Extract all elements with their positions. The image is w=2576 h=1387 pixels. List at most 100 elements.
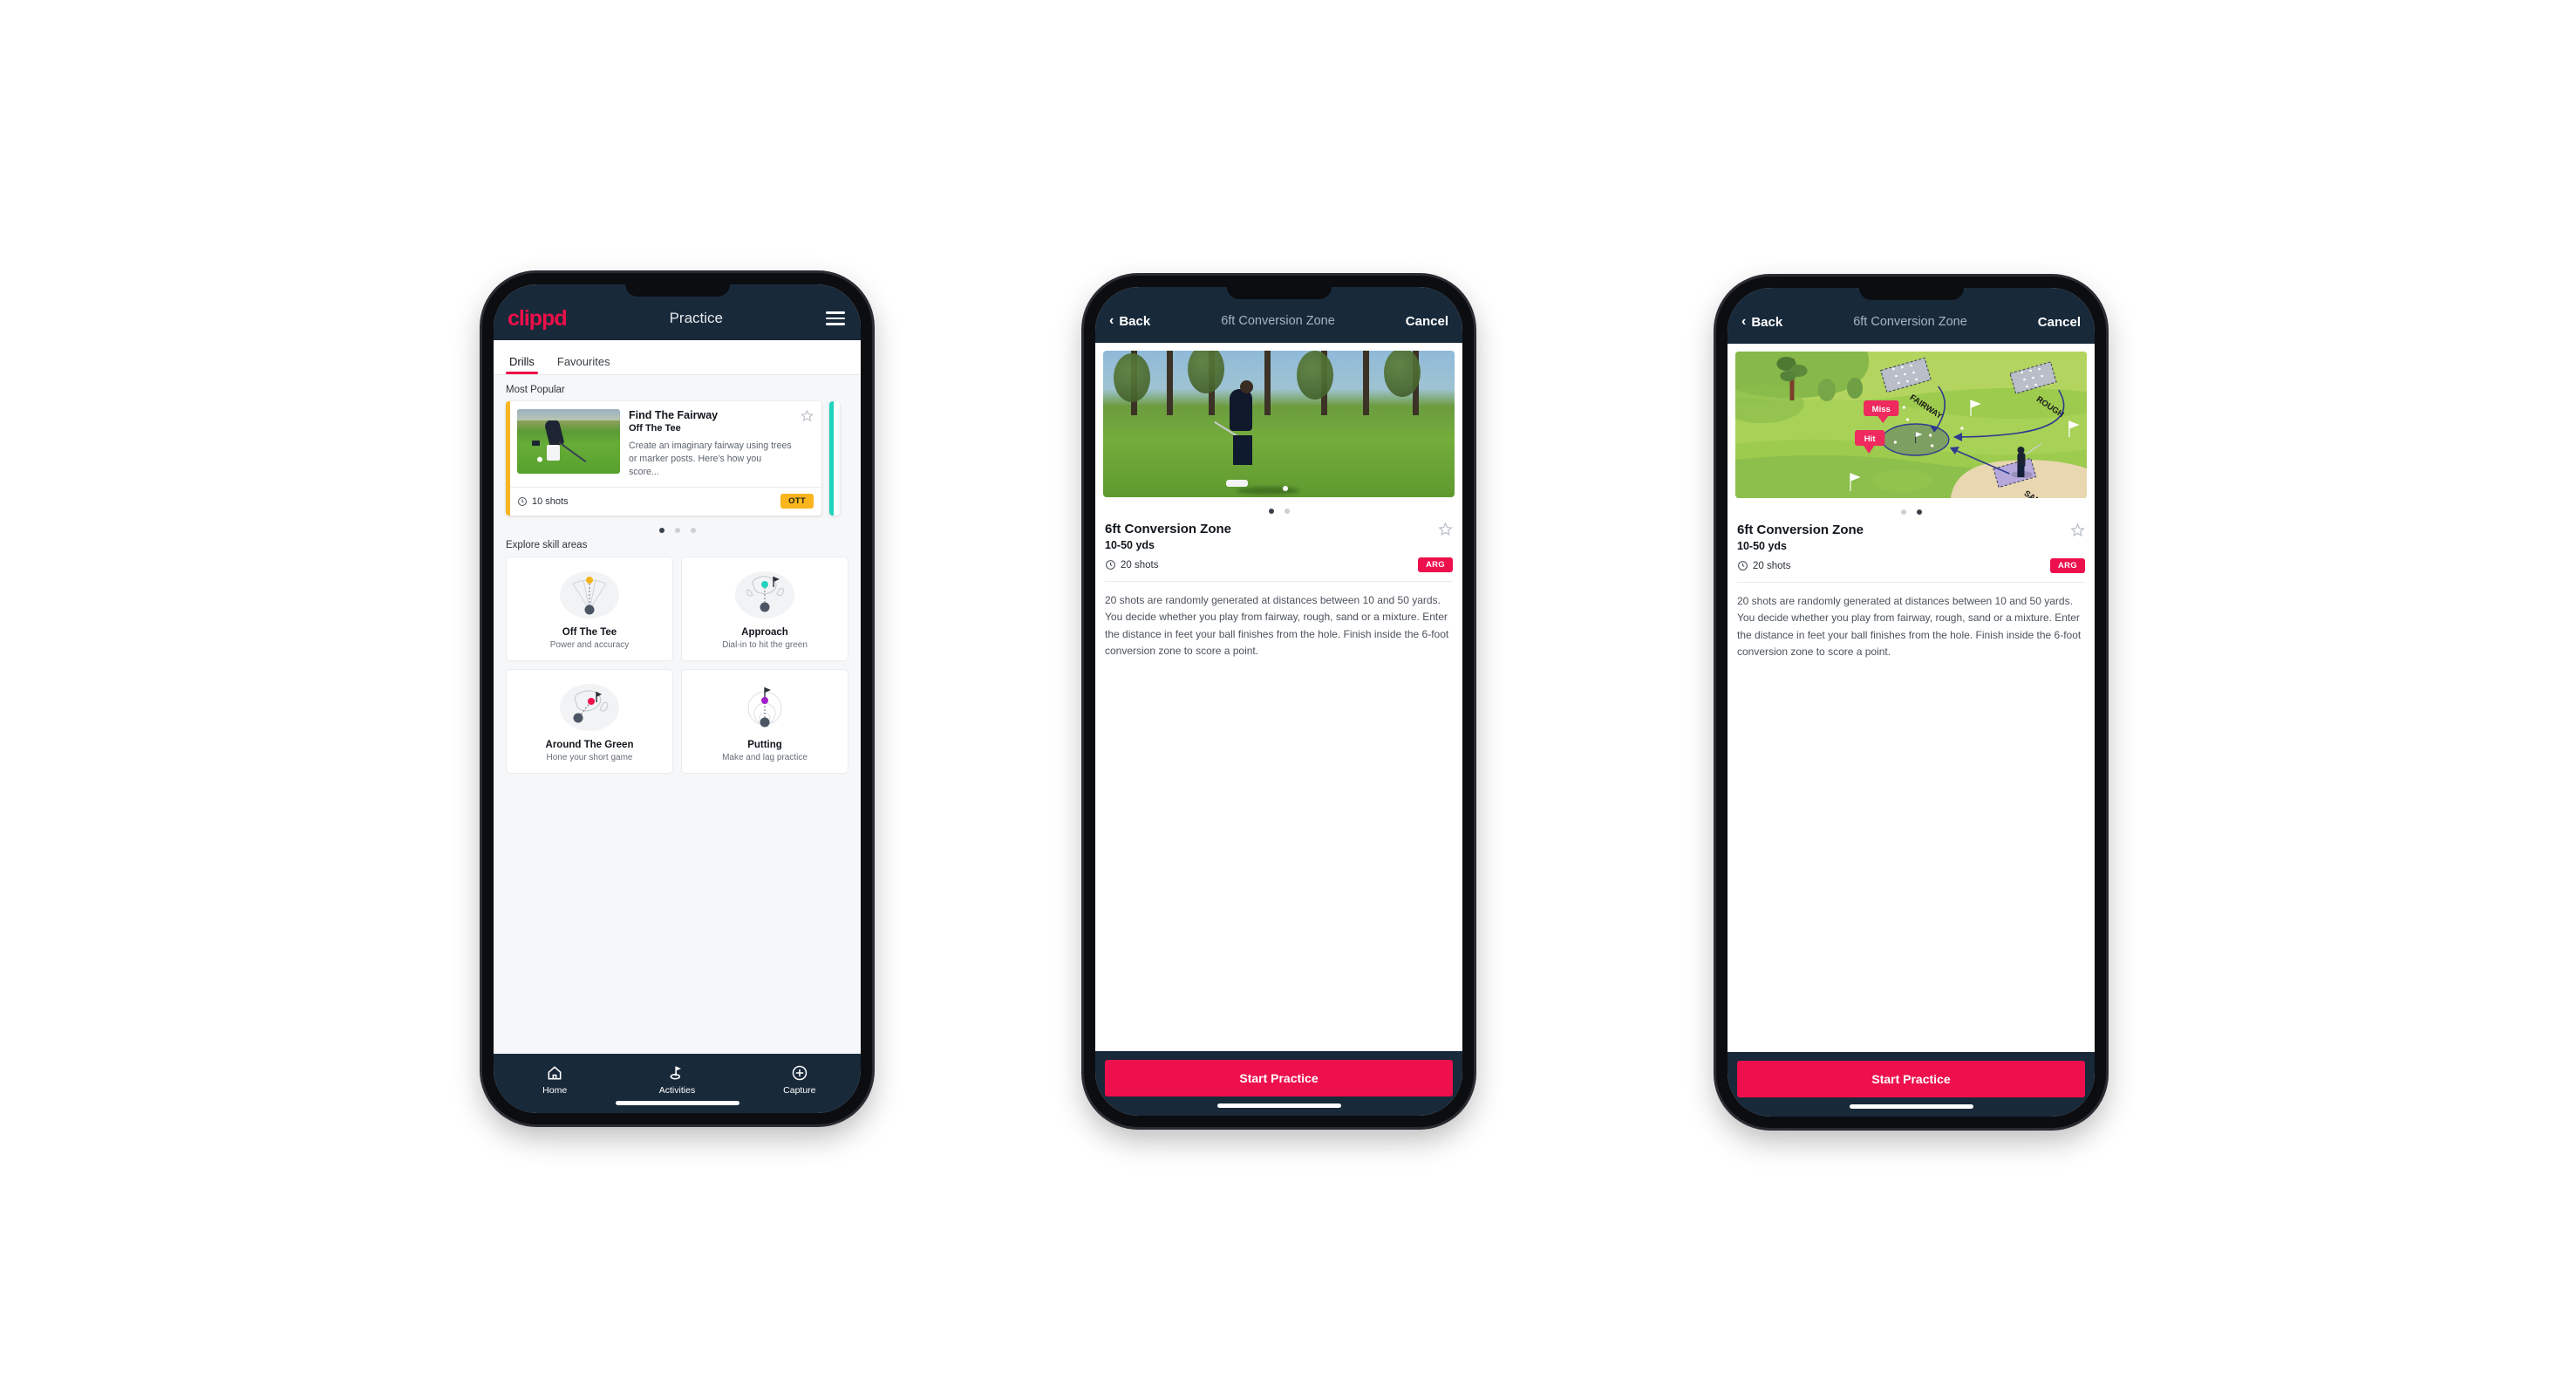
chevron-left-icon: ‹ — [1741, 314, 1747, 329]
carousel-dots[interactable] — [494, 516, 861, 536]
drill-shots-label: 20 shots — [1121, 559, 1159, 571]
drill-media-photo[interactable] — [1103, 351, 1455, 497]
drill-meta: 20 shots ARG — [1735, 552, 2087, 573]
star-outline-icon[interactable] — [1438, 522, 1453, 536]
drill-meta: 20 shots ARG — [1103, 551, 1455, 572]
back-label: Back — [1119, 313, 1151, 329]
drill-media-illustration[interactable]: FAIRWAY ROUGH Miss Hit — [1735, 352, 2087, 498]
phone-mockup-practice: clippd Practice Drills Favourites Most P… — [482, 273, 872, 1124]
detail-body: FAIRWAY ROUGH Miss Hit 6ft Conversion Zo… — [1728, 344, 2095, 1052]
drill-card[interactable]: Find The Fairway Off The Tee Create an i… — [506, 401, 821, 516]
drill-heading: 6ft Conversion Zone 10-50 yds — [1103, 522, 1455, 551]
nav-item-home[interactable]: Home — [494, 1063, 616, 1096]
drill-shots: 10 shots — [517, 496, 569, 507]
screenshot-canvas: clippd Practice Drills Favourites Most P… — [0, 0, 2576, 1387]
phone-notch — [624, 277, 730, 297]
drill-badge: OTT — [780, 494, 814, 509]
carousel-dot[interactable] — [690, 528, 696, 534]
chevron-left-icon: ‹ — [1109, 313, 1114, 328]
home-indicator — [1849, 1104, 1973, 1109]
skill-desc: Make and lag practice — [722, 753, 808, 763]
media-dot[interactable] — [1268, 509, 1274, 514]
plus-circle-icon — [739, 1063, 861, 1083]
home-icon — [494, 1063, 616, 1083]
practice-content: Most Popular Find The Fairway Off The Te… — [494, 375, 861, 1054]
phone-mockup-drill-detail-diagram: ‹ Back 6ft Conversion Zone Cancel FAIRWA… — [1716, 277, 2106, 1128]
phone-notch — [1226, 280, 1332, 299]
drill-title: Find The Fairway — [629, 409, 719, 421]
nav-label: Home — [542, 1085, 568, 1096]
drill-subtitle: Off The Tee — [629, 423, 681, 434]
skill-card-around-the-green[interactable]: Around The Green Hone your short game — [506, 669, 673, 775]
home-indicator — [615, 1101, 739, 1105]
home-indicator — [1216, 1103, 1341, 1108]
most-popular-heading: Most Popular — [506, 385, 565, 395]
drill-shots-label: 20 shots — [1753, 560, 1791, 571]
start-practice-button[interactable]: Start Practice — [1105, 1060, 1453, 1097]
skill-card-putting[interactable]: Putting Make and lag practice — [681, 669, 848, 775]
phone3-screen: ‹ Back 6ft Conversion Zone Cancel FAIRWA… — [1728, 288, 2095, 1117]
cancel-button[interactable]: Cancel — [2038, 315, 2081, 330]
nav-item-capture[interactable]: Capture — [739, 1063, 861, 1096]
drill-shots: 20 shots — [1105, 559, 1158, 571]
skill-desc: Dial-in to hit the green — [722, 640, 808, 651]
drill-heading: 6ft Conversion Zone 10-50 yds — [1735, 523, 2087, 552]
star-outline-icon[interactable] — [2070, 523, 2085, 537]
nav-label: Capture — [783, 1085, 816, 1096]
detail-title: 6ft Conversion Zone — [1221, 314, 1335, 328]
star-outline-icon[interactable] — [801, 409, 814, 479]
drills-carousel[interactable]: Find The Fairway Off The Tee Create an i… — [494, 401, 861, 516]
drill-yardage: 10-50 yds — [1105, 539, 1155, 551]
media-dots[interactable] — [1735, 498, 2087, 523]
drill-shots-label: 10 shots — [532, 495, 569, 507]
skill-title: Approach — [741, 627, 788, 639]
drill-description: 20 shots are randomly generated at dista… — [1737, 595, 2082, 659]
nav-item-activities[interactable]: Activities — [616, 1063, 738, 1096]
phone2-screen: ‹ Back 6ft Conversion Zone Cancel 6ft Co… — [1095, 287, 1462, 1116]
golf-course-diagram: FAIRWAY ROUGH Miss Hit — [1735, 352, 2087, 498]
phone-mockup-drill-detail-photo: ‹ Back 6ft Conversion Zone Cancel 6ft Co… — [1084, 276, 1474, 1127]
clock-icon — [1737, 560, 1748, 571]
clock-icon — [1105, 559, 1116, 571]
drill-description: 20 shots are randomly generated at dista… — [1105, 594, 1449, 658]
back-button[interactable]: ‹ Back — [1741, 315, 1782, 330]
drill-title: 6ft Conversion Zone — [1737, 523, 1864, 537]
nav-label: Activities — [658, 1085, 696, 1096]
drill-card-next-peek[interactable] — [829, 401, 840, 516]
back-button[interactable]: ‹ Back — [1109, 314, 1150, 329]
drill-shots: 20 shots — [1737, 560, 1790, 571]
carousel-dot[interactable] — [674, 528, 680, 534]
skill-title: Putting — [747, 740, 782, 751]
media-dot[interactable] — [1916, 509, 1922, 515]
media-dot[interactable] — [1284, 509, 1290, 514]
clippd-logo[interactable]: clippd — [508, 306, 568, 331]
golfer-chipping-photo — [1103, 351, 1455, 497]
skill-card-off-the-tee[interactable]: Off The Tee Power and accuracy — [506, 557, 673, 662]
approach-green-icon — [687, 568, 842, 622]
detail-body: 6ft Conversion Zone 10-50 yds 20 shots A… — [1095, 343, 1462, 1051]
cancel-button[interactable]: Cancel — [1406, 314, 1448, 329]
tab-favourites[interactable]: Favourites — [554, 355, 614, 374]
skill-desc: Hone your short game — [546, 753, 633, 763]
hamburger-menu-icon[interactable] — [826, 311, 845, 325]
explore-skill-areas-heading: Explore skill areas — [506, 540, 588, 551]
skill-title: Around The Green — [545, 740, 634, 751]
skill-desc: Power and accuracy — [549, 640, 630, 651]
start-practice-button[interactable]: Start Practice — [1737, 1061, 2085, 1097]
phone-notch — [1858, 281, 1964, 300]
back-label: Back — [1751, 314, 1783, 330]
skill-title: Off The Tee — [562, 627, 617, 639]
drill-badge: ARG — [2049, 558, 2085, 573]
skill-card-approach[interactable]: Approach Dial-in to hit the green — [681, 557, 848, 662]
tab-drills[interactable]: Drills — [506, 355, 538, 374]
drill-title: 6ft Conversion Zone — [1105, 522, 1232, 536]
media-dot[interactable] — [1900, 509, 1906, 515]
media-dots[interactable] — [1103, 497, 1455, 522]
carousel-dot[interactable] — [658, 528, 664, 534]
drill-description: Create an imaginary fairway using trees … — [629, 441, 792, 478]
tee-fan-icon — [512, 568, 667, 622]
drill-yardage: 10-50 yds — [1737, 540, 1787, 552]
skill-areas-grid: Off The Tee Power and accuracy Approach … — [494, 557, 861, 775]
page-title: Practice — [669, 310, 724, 326]
clock-icon — [517, 496, 528, 507]
